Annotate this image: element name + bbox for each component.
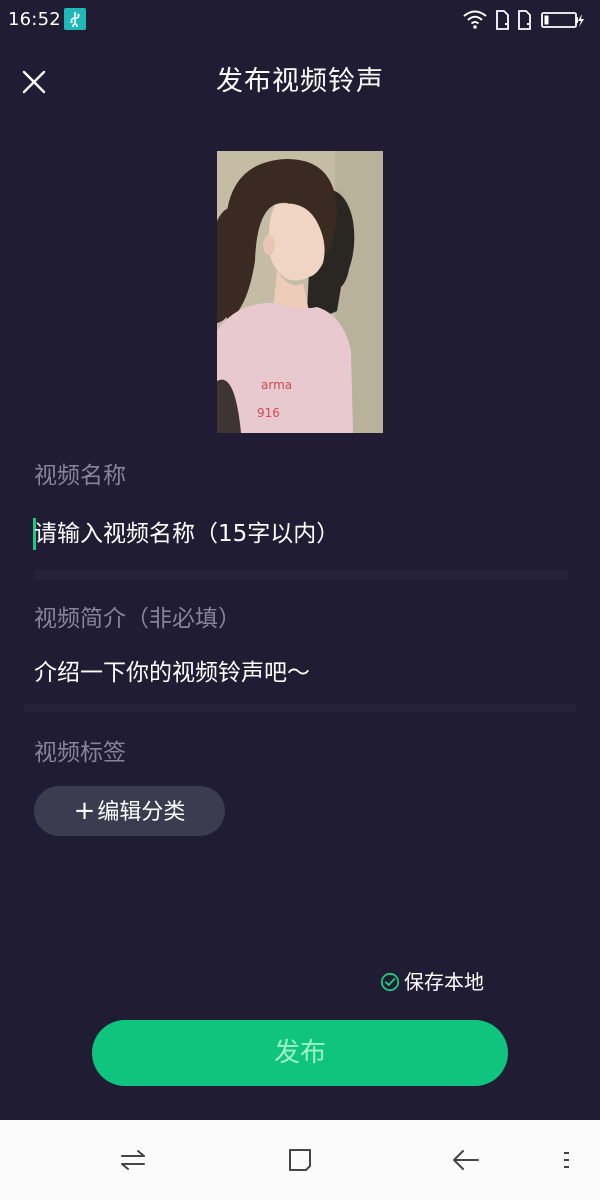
- video-name-label: 视频名称: [34, 463, 126, 489]
- sim-icon: [518, 10, 531, 30]
- save-local-checkbox[interactable]: 保存本地: [380, 968, 484, 996]
- menu-icon: [564, 1152, 569, 1168]
- status-time: 16:52: [8, 9, 61, 30]
- home-button[interactable]: [282, 1142, 318, 1178]
- publish-video-ringtone-screen: 16:52 发布视频铃声 arma 916 视频名称 请输入视频名称（15字以内…: [0, 0, 600, 1120]
- back-icon: [453, 1150, 479, 1170]
- divider: [34, 570, 568, 580]
- save-local-label: 保存本地: [404, 970, 484, 994]
- switch-apps-icon: [121, 1150, 145, 1170]
- home-icon: [289, 1149, 311, 1171]
- video-intro-label: 视频简介（非必填）: [34, 606, 241, 632]
- check-circle-icon: [380, 972, 400, 992]
- svg-text:916: 916: [257, 406, 280, 420]
- divider: [24, 704, 576, 712]
- plus-icon: +: [73, 796, 96, 826]
- status-icons: [462, 8, 592, 32]
- edit-category-label: 编辑分类: [97, 800, 186, 825]
- switch-apps-button[interactable]: [115, 1142, 151, 1178]
- video-intro-input[interactable]: 介绍一下你的视频铃声吧～: [34, 657, 310, 689]
- usb-icon: [64, 8, 86, 30]
- edit-category-button[interactable]: +编辑分类: [34, 786, 225, 836]
- status-bar: 16:52: [0, 0, 600, 40]
- svg-text:arma: arma: [261, 378, 292, 392]
- video-name-input[interactable]: 请输入视频名称（15字以内）: [34, 518, 339, 550]
- video-tags-label: 视频标签: [34, 740, 126, 766]
- wifi-icon: [463, 10, 487, 29]
- system-nav-bar: [0, 1120, 600, 1200]
- publish-button[interactable]: 发布: [92, 1020, 508, 1086]
- menu-button[interactable]: [549, 1142, 585, 1178]
- battery-icon: [541, 12, 584, 28]
- video-cover-image[interactable]: arma 916: [217, 151, 383, 433]
- sim-icon: [496, 10, 509, 30]
- page-title: 发布视频铃声: [216, 66, 384, 97]
- header: 发布视频铃声: [0, 50, 600, 114]
- back-button[interactable]: [448, 1142, 484, 1178]
